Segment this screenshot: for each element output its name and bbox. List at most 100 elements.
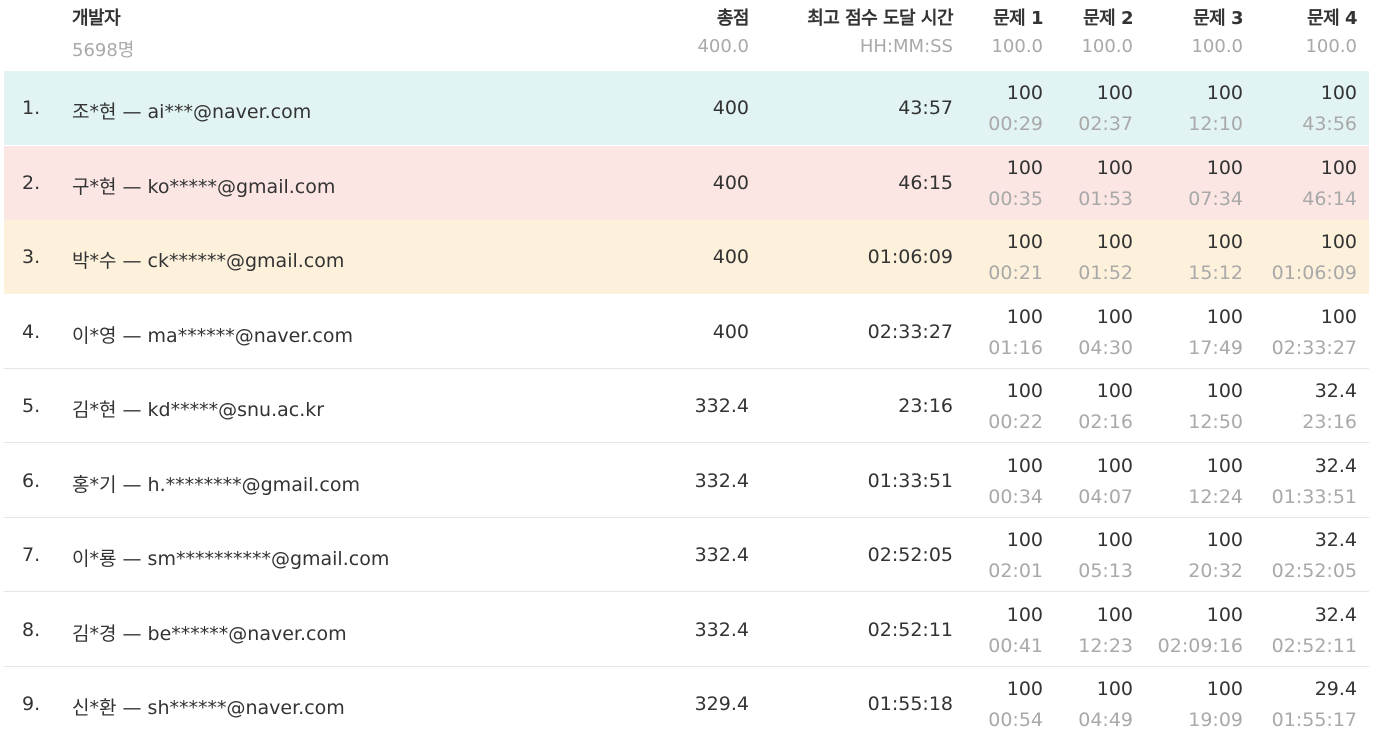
row-best-time: 02:33:27 [867,321,953,343]
problem-score: 100 [1096,529,1133,551]
row-problem-1: 100 00:41 [963,593,1043,667]
row-rank: 7. [22,544,41,566]
problem-score: 100 [1006,529,1043,551]
problem-1-max: 100.0 [991,36,1043,57]
row-problem-3: 100 20:32 [1153,518,1243,592]
problem-score: 100 [1206,231,1243,253]
row-problem-4: 32.4 23:16 [1257,369,1357,443]
total-column-header[interactable]: 총점 400.0 [600,0,749,70]
problem-score: 32.4 [1314,604,1357,626]
row-total-score: 400 [712,172,749,194]
problem-score: 100 [1206,157,1243,179]
problem-score: 100 [1206,380,1243,402]
row-problem-2: 100 04:30 [1053,295,1133,369]
problem-score: 100 [1006,604,1043,626]
problem-time: 00:54 [988,709,1043,731]
problem-score: 100 [1006,678,1043,700]
row-best-time: 01:55:18 [867,693,953,715]
row-rank: 8. [22,619,41,641]
row-total-score: 400 [712,97,749,119]
row-problem-1: 100 00:29 [963,71,1043,145]
problem-time: 02:52:05 [1271,560,1357,582]
problem-time: 46:14 [1302,188,1357,210]
row-total-score: 400 [712,246,749,268]
problem-time: 01:33:51 [1271,486,1357,508]
row-problem-3: 100 19:09 [1153,667,1243,737]
problem-score: 100 [1006,455,1043,477]
row-problem-1: 100 00:21 [963,220,1043,294]
problem-score: 29.4 [1314,678,1357,700]
problem-time: 00:29 [988,113,1043,135]
total-column-label: 총점 [716,8,750,29]
problem-score: 100 [1206,529,1243,551]
problem-time: 19:09 [1188,709,1243,731]
problem-time: 02:09:16 [1157,635,1243,657]
row-best-time: 02:52:11 [867,619,953,641]
problem-score: 100 [1206,455,1243,477]
problem-score: 100 [1096,678,1133,700]
problem-time: 01:55:17 [1271,709,1357,731]
table-row[interactable]: 6. 홍*기 — h.********@gmail.com 332.4 01:33:5… [4,444,1369,518]
row-problem-3: 100 12:50 [1153,369,1243,443]
problem-time: 00:22 [988,411,1043,433]
problem-time: 43:56 [1302,113,1357,135]
problem-3-column-header[interactable]: 문제 3 100.0 [1153,0,1243,70]
problem-score: 100 [1206,604,1243,626]
leaderboard-header: 개발자 5698명 총점 400.0 최고 점수 도달 시간 HH:MM:SS … [0,0,1383,70]
row-problem-3: 100 15:12 [1153,220,1243,294]
row-best-time: 01:33:51 [867,470,953,492]
problem-2-max: 100.0 [1081,36,1133,57]
table-row[interactable]: 8. 김*경 — be******@naver.com 332.4 02:52:11 1… [4,593,1369,667]
problem-score: 100 [1006,380,1043,402]
table-row[interactable]: 5. 김*현 — kd*****@snu.ac.kr 332.4 23:16 100 00… [4,369,1369,443]
problem-4-column-header[interactable]: 문제 4 100.0 [1257,0,1357,70]
problem-time: 07:34 [1188,188,1243,210]
problem-score: 100 [1096,380,1133,402]
problem-score: 100 [1320,231,1357,253]
row-rank: 2. [22,172,41,194]
row-problem-3: 100 02:09:16 [1153,593,1243,667]
row-problem-1: 100 01:16 [963,295,1043,369]
problem-score: 100 [1320,157,1357,179]
table-row[interactable]: 3. 박*수 — ck******@gmail.com 400 01:06:09 100… [4,220,1369,294]
row-best-time: 46:15 [898,172,953,194]
row-problem-4: 100 01:06:09 [1257,220,1357,294]
developer-column-header[interactable]: 개발자 5698명 [72,0,272,70]
row-developer: 김*현 — kd*****@snu.ac.kr [72,399,325,421]
row-developer: 이*룡 — sm**********@gmail.com [72,548,390,570]
table-row[interactable]: 1. 조*현 — ai***@naver.com 400 43:57 100 00:29 1… [4,71,1369,145]
problem-score: 100 [1206,306,1243,328]
developer-count: 5698명 [72,40,135,61]
row-total-score: 332.4 [694,470,749,492]
problem-time: 01:06:09 [1271,262,1357,284]
problem-4-label: 문제 4 [1307,8,1357,29]
table-row[interactable]: 7. 이*룡 — sm**********@gmail.com 332.4 02:52… [4,518,1369,592]
time-column-label: 최고 점수 도달 시간 [807,8,953,29]
row-problem-2: 100 12:23 [1053,593,1133,667]
row-best-time: 02:52:05 [867,544,953,566]
row-total-score: 329.4 [694,693,749,715]
leaderboard: 개발자 5698명 총점 400.0 최고 점수 도달 시간 HH:MM:SS … [0,0,1383,737]
problem-time: 05:13 [1078,560,1133,582]
time-column-header[interactable]: 최고 점수 도달 시간 HH:MM:SS [760,0,953,70]
row-problem-2: 100 05:13 [1053,518,1133,592]
row-problem-4: 100 43:56 [1257,71,1357,145]
problem-2-column-header[interactable]: 문제 2 100.0 [1053,0,1133,70]
problem-score: 100 [1096,604,1133,626]
row-problem-2: 100 04:07 [1053,444,1133,518]
row-developer: 김*경 — be******@naver.com [72,623,347,645]
problem-1-column-header[interactable]: 문제 1 100.0 [963,0,1043,70]
table-row[interactable]: 9. 신*환 — sh******@naver.com 329.4 01:55:18 1… [4,667,1369,737]
problem-time: 00:21 [988,262,1043,284]
row-problem-4: 32.4 01:33:51 [1257,444,1357,518]
problem-score: 100 [1206,678,1243,700]
table-row[interactable]: 2. 구*현 — ko*****@gmail.com 400 46:15 100 00:3… [4,146,1369,220]
total-max: 400.0 [697,36,749,57]
row-problem-4: 100 46:14 [1257,146,1357,220]
table-row[interactable]: 4. 이*영 — ma******@naver.com 400 02:33:27 100… [4,295,1369,369]
problem-time: 04:49 [1078,709,1133,731]
row-rank: 6. [22,470,41,492]
row-developer: 조*현 — ai***@naver.com [72,101,312,123]
problem-time: 04:30 [1078,337,1133,359]
row-problem-2: 100 02:37 [1053,71,1133,145]
